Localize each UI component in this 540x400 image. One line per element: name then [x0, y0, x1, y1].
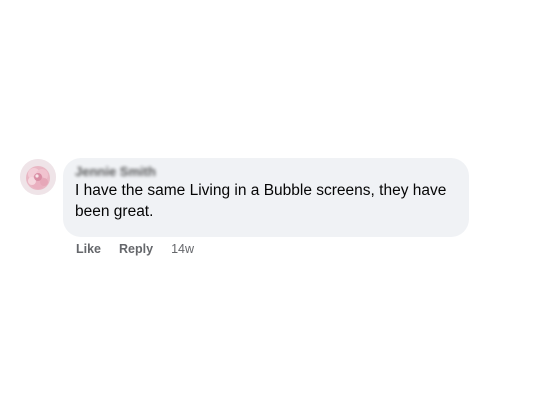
avatar[interactable] [20, 159, 56, 195]
comment-timestamp[interactable]: 14w [171, 241, 194, 257]
comment-author-name[interactable]: Jennie Smith [75, 164, 469, 176]
comment-text: I have the same Living in a Bubble scree… [75, 182, 447, 220]
reply-button[interactable]: Reply [119, 241, 153, 257]
comment-bubble: Jennie Smith I have the same Living in a… [63, 158, 469, 237]
like-button[interactable]: Like [76, 241, 101, 257]
flower-photo-icon [20, 159, 56, 195]
comment-actions: Like Reply 14w [76, 241, 194, 257]
